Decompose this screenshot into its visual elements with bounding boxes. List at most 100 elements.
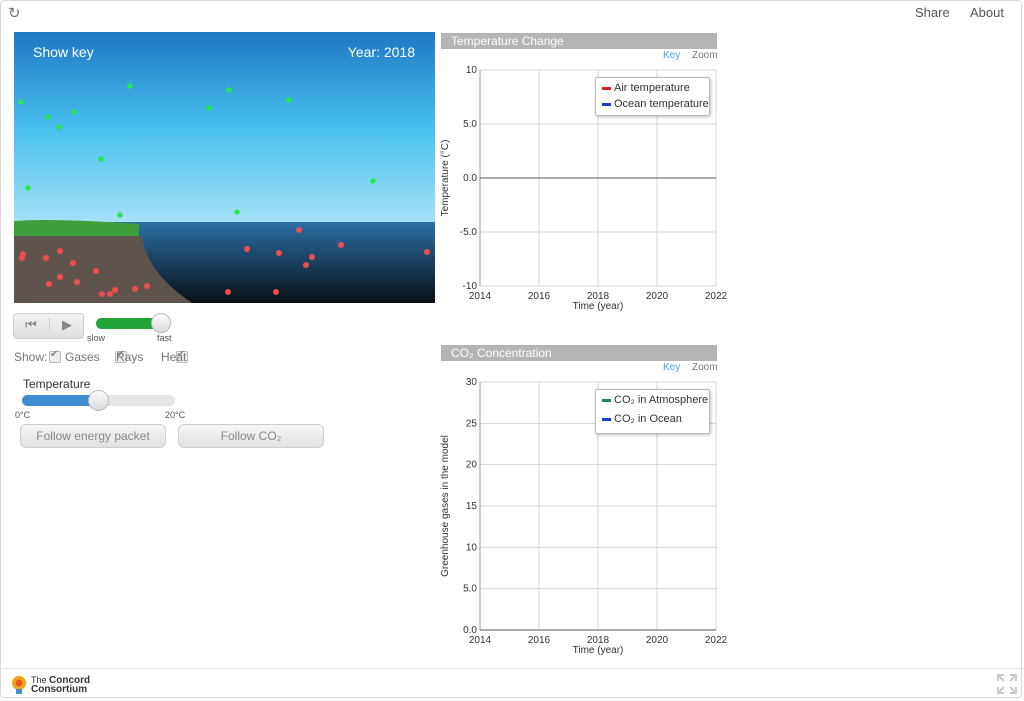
legend-label: Air temperature	[614, 82, 690, 94]
heat-particle	[57, 274, 63, 280]
gas-molecule	[45, 114, 51, 120]
gas-molecule	[206, 105, 212, 111]
gas-molecule	[56, 124, 62, 130]
y-tick-label: 10	[466, 65, 478, 76]
share-link[interactable]: Share	[915, 5, 950, 20]
concord-logo-text[interactable]: The Concord Consortium	[31, 676, 90, 695]
legend-label: Ocean temperature	[614, 98, 709, 110]
playback-controls: ⏮ ▶	[13, 313, 84, 339]
gas-molecule	[127, 83, 133, 89]
x-axis-label: Time (year)	[573, 645, 624, 656]
temperature-chart-zoom-link[interactable]: Zoom	[692, 50, 718, 61]
x-axis-label: Time (year)	[573, 301, 624, 312]
gas-molecule	[98, 156, 104, 162]
co2-chart-legend: CO₂ in Atmosphere CO₂ in Ocean	[595, 389, 710, 434]
y-tick-label: 0.0	[463, 173, 477, 184]
x-tick-label: 2014	[469, 291, 492, 302]
heat-particle	[244, 246, 250, 252]
heat-particle	[424, 249, 430, 255]
temperature-min-label: 0°C	[15, 410, 31, 420]
heat-particle	[144, 283, 150, 289]
fullscreen-icon[interactable]	[996, 673, 1018, 695]
heat-particle	[57, 248, 63, 254]
simulation-view[interactable]: Show key Year: 2018	[14, 32, 435, 303]
follow-energy-packet-button[interactable]: Follow energy packet	[20, 424, 166, 448]
legend-swatch	[602, 86, 611, 90]
temperature-chart-key-link[interactable]: Key	[663, 50, 680, 61]
speed-fast-label: fast	[157, 333, 172, 343]
gas-molecule	[370, 178, 376, 184]
reset-button[interactable]: ⏮	[14, 317, 48, 333]
legend-swatch	[602, 102, 611, 106]
rays-label: Rays	[116, 350, 144, 364]
y-tick-label: 5.0	[463, 584, 477, 595]
legend-swatch	[602, 417, 611, 421]
speed-slow-label: slow	[87, 333, 106, 343]
x-tick-label: 2020	[646, 635, 669, 646]
logo-line: Consortium	[31, 684, 88, 695]
heat-particle	[46, 281, 52, 287]
gas-molecule	[25, 185, 31, 191]
heat-particle	[273, 289, 279, 295]
gas-molecule	[18, 99, 24, 105]
heat-particle	[309, 254, 315, 260]
x-tick-label: 2022	[705, 635, 728, 646]
heat-particle	[338, 242, 344, 248]
y-tick-label: 20	[466, 460, 478, 471]
show-toggles: Show: Gases Rays Heat	[14, 349, 188, 366]
co2-chart-zoom-link[interactable]: Zoom	[692, 362, 718, 373]
gas-molecule	[117, 212, 123, 218]
x-tick-label: 2020	[646, 291, 669, 302]
play-button[interactable]: ▶	[49, 317, 84, 333]
heat-particle	[43, 255, 49, 261]
co2-chart-key-link[interactable]: Key	[663, 362, 680, 373]
temperature-label: Temperature	[23, 377, 91, 391]
top-bar: ↻ Share About	[0, 0, 1024, 26]
heat-particle	[132, 286, 138, 292]
heat-particle	[74, 279, 80, 285]
heat-particle	[107, 291, 113, 297]
x-tick-label: 2016	[528, 291, 551, 302]
concord-logo-icon[interactable]	[10, 675, 28, 695]
year-display: Year: 2018	[347, 44, 415, 60]
legend-label: CO₂ in Ocean	[614, 413, 682, 425]
x-tick-label: 2016	[528, 635, 551, 646]
about-link[interactable]: About	[970, 5, 1004, 20]
heat-particle	[225, 289, 231, 295]
y-tick-label: 25	[466, 418, 478, 429]
legend-label: CO₂ in Atmosphere	[614, 394, 709, 406]
sky	[14, 32, 435, 224]
legend-swatch	[602, 398, 611, 402]
heat-particle	[303, 262, 309, 268]
simulation-scene	[14, 32, 435, 303]
gas-molecule	[286, 97, 292, 103]
y-axis-label: Temperature (°C)	[440, 140, 451, 217]
heat-particle	[112, 287, 118, 293]
gases-checkbox[interactable]	[49, 349, 61, 363]
heat-particle	[93, 268, 99, 274]
heat-particle	[99, 291, 105, 297]
heat-particle	[296, 227, 302, 233]
gas-molecule	[71, 109, 77, 115]
x-tick-label: 2014	[469, 635, 492, 646]
show-label: Show:	[14, 350, 48, 364]
reload-icon[interactable]: ↻	[8, 4, 21, 22]
heat-label: Heat	[161, 350, 187, 364]
heat-particle	[70, 260, 76, 266]
co2-chart-title: CO₂ Concentration	[441, 345, 717, 361]
temperature-chart-title: Temperature Change	[441, 33, 717, 49]
legend-item: CO₂ in Atmosphere	[602, 394, 708, 406]
show-key-link[interactable]: Show key	[33, 44, 94, 60]
footer: The Concord Consortium	[0, 668, 1024, 701]
gas-molecule	[234, 209, 240, 215]
follow-co2-button[interactable]: Follow CO₂	[178, 424, 324, 448]
heat-particle	[276, 250, 282, 256]
legend-item: CO₂ in Ocean	[602, 413, 682, 425]
temperature-chart-legend: Air temperature Ocean temperature	[595, 77, 710, 116]
legend-item: Air temperature	[602, 82, 690, 94]
y-tick-label: 10	[466, 542, 478, 553]
y-tick-label: 30	[466, 377, 478, 388]
speed-slider-handle[interactable]	[151, 313, 171, 333]
y-tick-label: -5.0	[460, 227, 478, 238]
temperature-slider-handle[interactable]	[88, 390, 109, 411]
